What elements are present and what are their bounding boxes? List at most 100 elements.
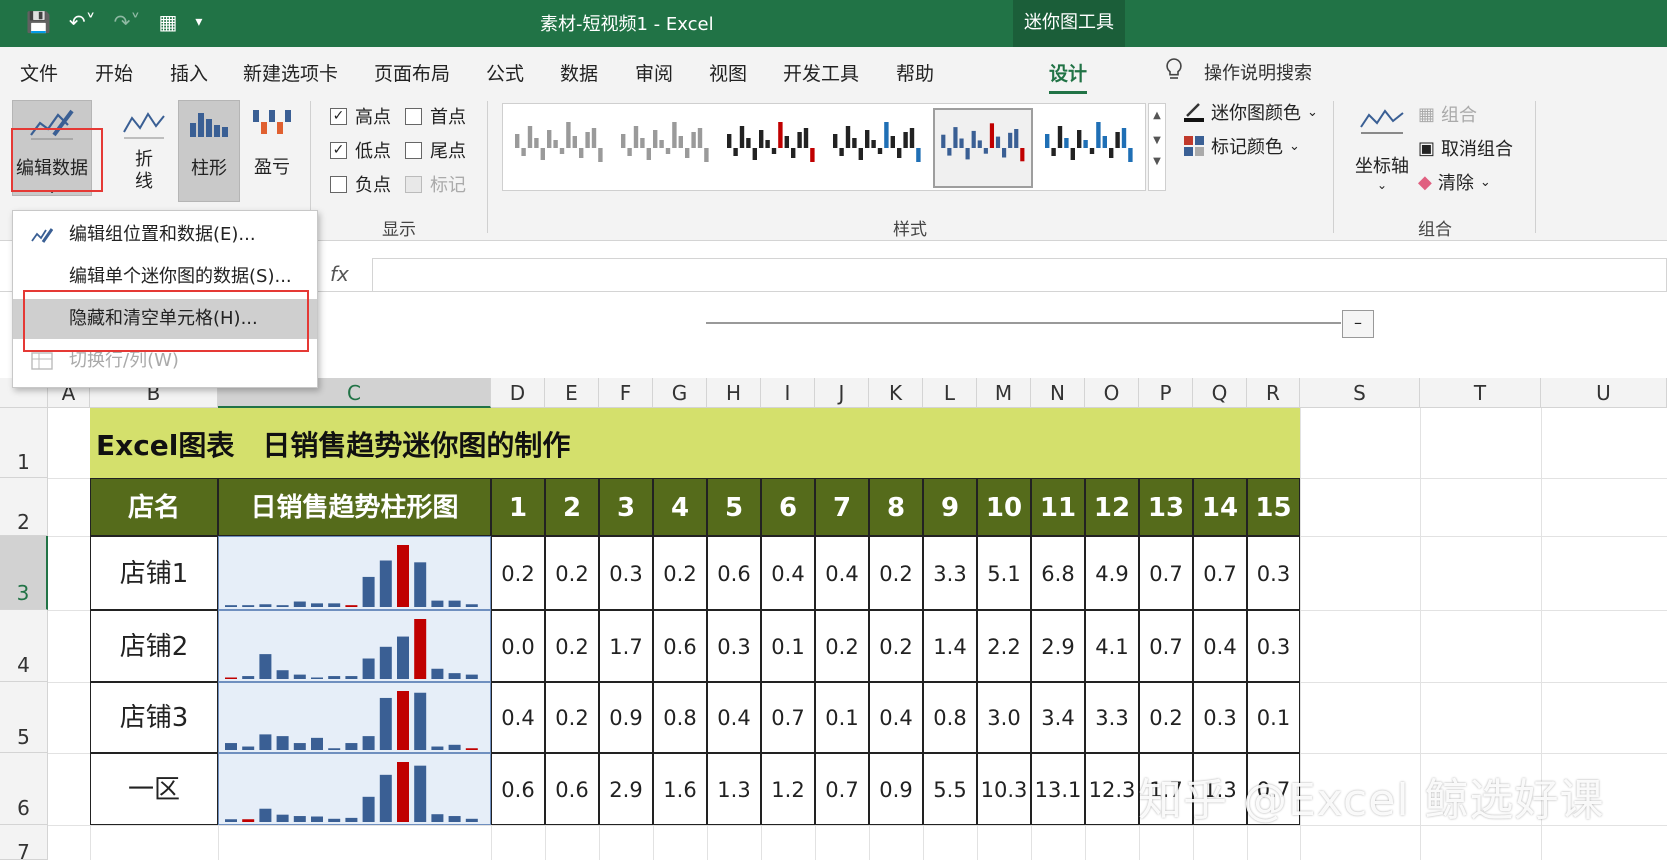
sales-value-cell[interactable]: 0.3 bbox=[1247, 610, 1300, 682]
low-point-checkbox[interactable]: ✓ 低点 bbox=[330, 137, 391, 163]
sales-value-cell[interactable]: 0.3 bbox=[599, 536, 653, 610]
sales-value-cell[interactable]: 0.6 bbox=[545, 753, 599, 825]
sales-value-cell[interactable]: 1.2 bbox=[761, 753, 815, 825]
store-name-cell[interactable]: 店铺3 bbox=[90, 682, 218, 753]
header-day-2[interactable]: 2 bbox=[545, 478, 599, 536]
tab-view[interactable]: 视图 bbox=[709, 59, 747, 86]
sales-value-cell[interactable]: 0.6 bbox=[707, 536, 761, 610]
column-header-k[interactable]: K bbox=[869, 378, 923, 408]
header-day-13[interactable]: 13 bbox=[1139, 478, 1193, 536]
sales-value-cell[interactable]: 0.3 bbox=[1247, 536, 1300, 610]
sales-value-cell[interactable]: 3.4 bbox=[1031, 682, 1085, 753]
sales-value-cell[interactable]: 5.5 bbox=[923, 753, 977, 825]
store-name-cell[interactable]: 店铺1 bbox=[90, 536, 218, 610]
sales-value-cell[interactable]: 0.3 bbox=[1193, 682, 1247, 753]
menu-edit-group-location-data[interactable]: 编辑组位置和数据(E)... bbox=[13, 215, 317, 255]
sales-value-cell[interactable]: 0.7 bbox=[1139, 536, 1193, 610]
row-header-7[interactable]: 7 bbox=[0, 825, 48, 860]
sales-value-cell[interactable]: 1.3 bbox=[707, 753, 761, 825]
sales-value-cell[interactable]: 0.2 bbox=[1139, 682, 1193, 753]
sales-value-cell[interactable]: 6.8 bbox=[1031, 536, 1085, 610]
column-header-f[interactable]: F bbox=[599, 378, 653, 408]
sales-value-cell[interactable]: 0.8 bbox=[653, 682, 707, 753]
column-header-i[interactable]: I bbox=[761, 378, 815, 408]
collapse-outline-button[interactable]: – bbox=[1342, 310, 1374, 338]
save-icon[interactable]: 💾 bbox=[26, 10, 51, 34]
style-option-gray-2[interactable] bbox=[615, 108, 715, 188]
column-header-e[interactable]: E bbox=[545, 378, 599, 408]
sales-value-cell[interactable]: 0.2 bbox=[491, 536, 545, 610]
sales-value-cell[interactable]: 0.7 bbox=[1193, 536, 1247, 610]
sales-value-cell[interactable]: 1.7 bbox=[599, 610, 653, 682]
marker-color-button[interactable]: 标记颜色 ⌄ bbox=[1183, 133, 1300, 159]
sales-value-cell[interactable]: 0.1 bbox=[761, 610, 815, 682]
tell-me-search[interactable]: 操作说明搜索 bbox=[1204, 59, 1312, 85]
sparkline-chart-icon[interactable]: ▦ bbox=[158, 10, 177, 34]
sales-value-cell[interactable]: 0.9 bbox=[869, 753, 923, 825]
gallery-scroll[interactable]: ▲ ▼ ▼ bbox=[1148, 103, 1166, 191]
header-day-1[interactable]: 1 bbox=[491, 478, 545, 536]
column-header-r[interactable]: R bbox=[1247, 378, 1300, 408]
store-name-cell[interactable]: 一区 bbox=[90, 753, 218, 825]
row-header-1[interactable]: 1 bbox=[0, 408, 48, 478]
sales-value-cell[interactable]: 0.4 bbox=[491, 682, 545, 753]
tab-design[interactable]: 设计 bbox=[1049, 59, 1088, 94]
sales-value-cell[interactable]: 0.1 bbox=[815, 682, 869, 753]
sheet-title-cell[interactable]: Excel图表 日销售趋势迷你图的制作 bbox=[90, 408, 1300, 478]
sparkline-cell[interactable] bbox=[218, 682, 491, 753]
sales-value-cell[interactable]: 0.4 bbox=[707, 682, 761, 753]
sales-value-cell[interactable]: 13.1 bbox=[1031, 753, 1085, 825]
fx-icon[interactable]: fx bbox=[330, 262, 349, 286]
type-line-button[interactable]: 折 线 bbox=[116, 100, 172, 196]
group-button[interactable]: ▦ 组合 bbox=[1418, 101, 1477, 127]
sales-value-cell[interactable]: 12.3 bbox=[1085, 753, 1139, 825]
context-tab-sparkline-tools[interactable]: 迷你图工具 bbox=[1013, 0, 1125, 47]
header-day-3[interactable]: 3 bbox=[599, 478, 653, 536]
row-header-4[interactable]: 4 bbox=[0, 610, 48, 682]
column-header-n[interactable]: N bbox=[1031, 378, 1085, 408]
header-day-12[interactable]: 12 bbox=[1085, 478, 1139, 536]
sales-value-cell[interactable]: 0.4 bbox=[815, 536, 869, 610]
header-day-9[interactable]: 9 bbox=[923, 478, 977, 536]
style-option-black-red[interactable] bbox=[721, 108, 821, 188]
header-day-15[interactable]: 15 bbox=[1247, 478, 1300, 536]
sales-value-cell[interactable]: 0.2 bbox=[545, 536, 599, 610]
sales-value-cell[interactable]: 2.9 bbox=[1031, 610, 1085, 682]
type-column-button[interactable]: 柱形 bbox=[178, 100, 240, 202]
style-option-selected[interactable] bbox=[933, 108, 1033, 188]
row-header-5[interactable]: 5 bbox=[0, 682, 48, 753]
column-header-s[interactable]: S bbox=[1300, 378, 1420, 408]
header-day-5[interactable]: 5 bbox=[707, 478, 761, 536]
sales-value-cell[interactable]: 0.3 bbox=[707, 610, 761, 682]
tab-review[interactable]: 审阅 bbox=[635, 59, 673, 86]
tab-page-layout[interactable]: 页面布局 bbox=[374, 59, 450, 86]
sparkline-cell[interactable] bbox=[218, 610, 491, 682]
gallery-more-icon[interactable]: ▼ bbox=[1149, 156, 1165, 167]
header-day-6[interactable]: 6 bbox=[761, 478, 815, 536]
sales-value-cell[interactable]: 0.2 bbox=[815, 610, 869, 682]
sales-value-cell[interactable]: 0.8 bbox=[923, 682, 977, 753]
sales-value-cell[interactable]: 0.7 bbox=[1139, 610, 1193, 682]
scroll-up-icon[interactable]: ▲ bbox=[1149, 110, 1165, 121]
column-header-u[interactable]: U bbox=[1541, 378, 1667, 408]
sales-value-cell[interactable]: 0.4 bbox=[869, 682, 923, 753]
header-sales-chart[interactable]: 日销售趋势柱形图 bbox=[218, 478, 491, 536]
sales-value-cell[interactable]: 0.4 bbox=[1193, 610, 1247, 682]
axis-button[interactable]: 坐标轴 ⌄ bbox=[1347, 103, 1417, 199]
clear-button[interactable]: ◆ 清除 ⌄ bbox=[1418, 169, 1491, 195]
sales-value-cell[interactable]: 3.0 bbox=[977, 682, 1031, 753]
sales-value-cell[interactable]: 4.9 bbox=[1085, 536, 1139, 610]
last-point-checkbox[interactable]: 尾点 bbox=[405, 137, 466, 163]
row-header-6[interactable]: 6 bbox=[0, 753, 48, 825]
style-option-gray-1[interactable] bbox=[509, 108, 609, 188]
header-day-10[interactable]: 10 bbox=[977, 478, 1031, 536]
sales-value-cell[interactable]: 2.2 bbox=[977, 610, 1031, 682]
column-header-m[interactable]: M bbox=[977, 378, 1031, 408]
row-header-3[interactable]: 3 bbox=[0, 536, 48, 610]
sales-value-cell[interactable]: 1.6 bbox=[653, 753, 707, 825]
sparkline-cell[interactable] bbox=[218, 536, 491, 610]
header-day-4[interactable]: 4 bbox=[653, 478, 707, 536]
formula-input[interactable] bbox=[372, 258, 1667, 292]
sales-value-cell[interactable]: 0.4 bbox=[761, 536, 815, 610]
sparkline-color-button[interactable]: 迷你图颜色 ⌄ bbox=[1183, 99, 1318, 125]
